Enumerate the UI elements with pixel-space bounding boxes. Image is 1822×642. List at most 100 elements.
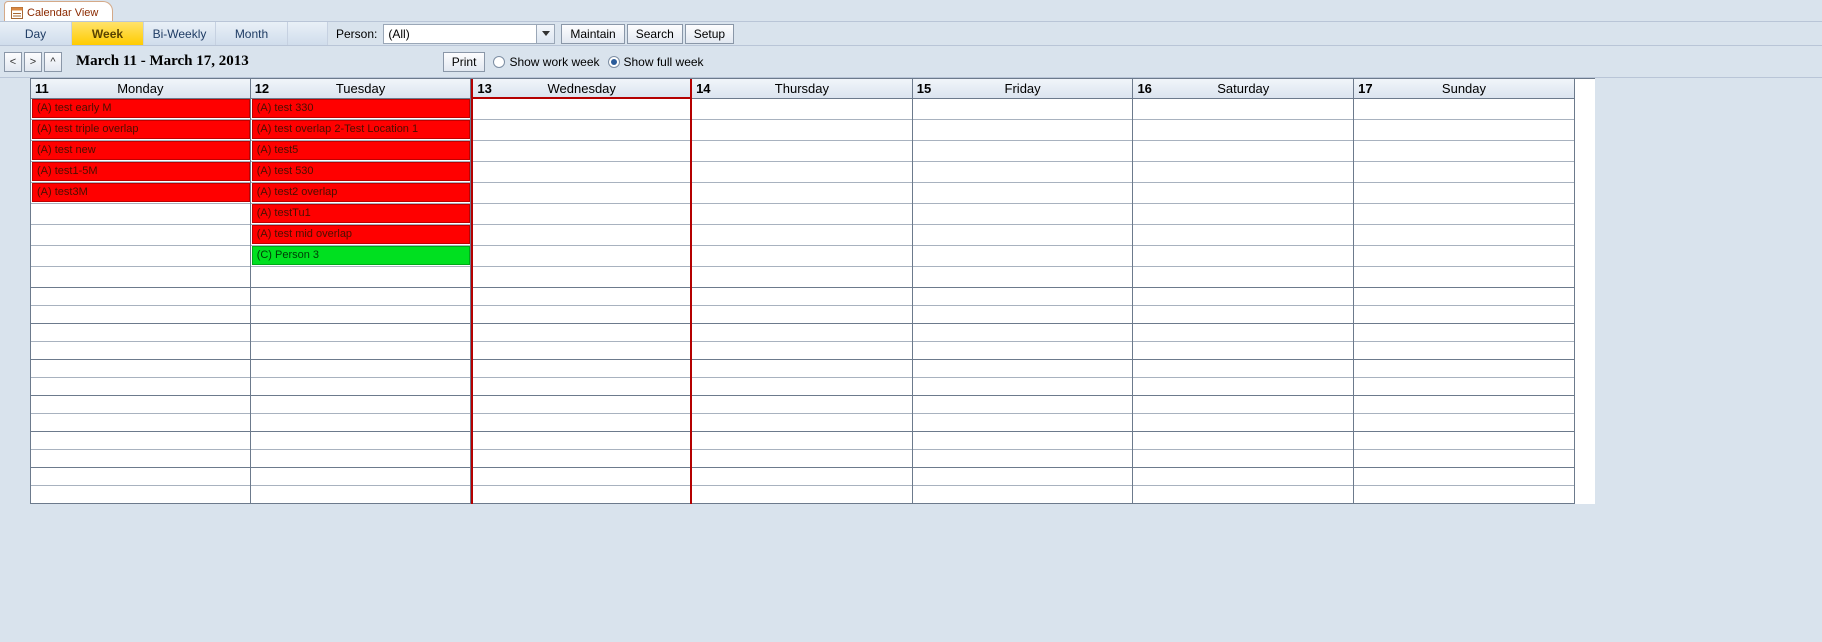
- time-slot[interactable]: [31, 468, 250, 486]
- time-slot[interactable]: [473, 162, 690, 183]
- maintain-button[interactable]: Maintain: [561, 24, 624, 44]
- time-slot[interactable]: [913, 99, 1133, 120]
- time-slot[interactable]: [31, 288, 250, 306]
- time-slot[interactable]: [692, 468, 912, 486]
- time-slot[interactable]: [31, 306, 250, 324]
- time-slot[interactable]: [913, 324, 1133, 342]
- calendar-event[interactable]: (A) test triple overlap: [32, 120, 250, 139]
- mode-biweekly[interactable]: Bi-Weekly: [144, 22, 216, 45]
- time-slot[interactable]: [1133, 396, 1353, 414]
- time-slot[interactable]: [251, 450, 471, 468]
- up-button[interactable]: ^: [44, 52, 62, 72]
- time-slot[interactable]: [1133, 183, 1353, 204]
- time-slot[interactable]: [473, 306, 690, 324]
- calendar-event[interactable]: (A) test 530: [252, 162, 471, 181]
- time-slot[interactable]: [1354, 120, 1574, 141]
- time-slot[interactable]: [251, 360, 471, 378]
- time-slot[interactable]: [692, 360, 912, 378]
- day-header-monday[interactable]: 11Monday: [30, 79, 251, 99]
- time-slot[interactable]: [913, 468, 1133, 486]
- time-slot[interactable]: [1354, 414, 1574, 432]
- time-slot[interactable]: [31, 414, 250, 432]
- time-slot[interactable]: [913, 360, 1133, 378]
- time-slot[interactable]: [1354, 246, 1574, 267]
- time-slot[interactable]: [473, 324, 690, 342]
- time-slot[interactable]: [251, 306, 471, 324]
- time-slot[interactable]: [1133, 204, 1353, 225]
- time-slot[interactable]: [1133, 432, 1353, 450]
- radio-full-week[interactable]: Show full week: [608, 55, 704, 69]
- time-slot[interactable]: (A) test 330: [251, 99, 471, 120]
- time-slot[interactable]: [692, 342, 912, 360]
- time-slot[interactable]: [913, 432, 1133, 450]
- time-slot[interactable]: [692, 267, 912, 288]
- time-slot[interactable]: [692, 99, 912, 120]
- time-slot[interactable]: [913, 306, 1133, 324]
- time-slot[interactable]: [913, 162, 1133, 183]
- time-slot[interactable]: [1133, 414, 1353, 432]
- calendar-event[interactable]: (A) test1-5M: [32, 162, 250, 181]
- time-slot[interactable]: [1133, 141, 1353, 162]
- setup-button[interactable]: Setup: [685, 24, 734, 44]
- time-slot[interactable]: [251, 378, 471, 396]
- time-slot[interactable]: [1354, 342, 1574, 360]
- time-slot[interactable]: [473, 204, 690, 225]
- time-slot[interactable]: [1354, 360, 1574, 378]
- next-button[interactable]: >: [24, 52, 42, 72]
- time-slot[interactable]: [1354, 204, 1574, 225]
- time-slot[interactable]: [1133, 324, 1353, 342]
- time-slot[interactable]: [692, 204, 912, 225]
- time-slot[interactable]: [913, 141, 1133, 162]
- calendar-event[interactable]: (A) test early M: [32, 99, 250, 118]
- time-slot[interactable]: [1133, 120, 1353, 141]
- person-select[interactable]: (All): [383, 24, 555, 44]
- calendar-event[interactable]: (A) test5: [252, 141, 471, 160]
- time-slot[interactable]: [1133, 306, 1353, 324]
- time-slot[interactable]: [913, 450, 1133, 468]
- time-slot[interactable]: (A) testTu1: [251, 204, 471, 225]
- time-slot[interactable]: [913, 246, 1133, 267]
- time-slot[interactable]: [31, 396, 250, 414]
- time-slot[interactable]: [692, 120, 912, 141]
- mode-month[interactable]: Month: [216, 22, 288, 45]
- time-slot[interactable]: [1354, 141, 1574, 162]
- time-slot[interactable]: (A) test triple overlap: [31, 120, 250, 141]
- time-slot[interactable]: [1133, 450, 1353, 468]
- day-header-thursday[interactable]: 14Thursday: [692, 79, 913, 99]
- calendar-event[interactable]: (A) test3M: [32, 183, 250, 202]
- time-slot[interactable]: [692, 486, 912, 504]
- time-slot[interactable]: [473, 432, 690, 450]
- time-slot[interactable]: [1133, 378, 1353, 396]
- time-slot[interactable]: [1354, 162, 1574, 183]
- time-slot[interactable]: [251, 486, 471, 504]
- search-button[interactable]: Search: [627, 24, 683, 44]
- time-slot[interactable]: (A) test new: [31, 141, 250, 162]
- calendar-event[interactable]: (A) testTu1: [252, 204, 471, 223]
- time-slot[interactable]: [1133, 99, 1353, 120]
- time-slot[interactable]: [692, 324, 912, 342]
- time-slot[interactable]: [1354, 225, 1574, 246]
- day-header-tuesday[interactable]: 12Tuesday: [251, 79, 472, 99]
- time-slot[interactable]: [251, 468, 471, 486]
- doc-tab-calendar[interactable]: Calendar View: [4, 1, 113, 21]
- time-slot[interactable]: [1133, 288, 1353, 306]
- time-slot[interactable]: [31, 324, 250, 342]
- time-slot[interactable]: [913, 288, 1133, 306]
- time-slot[interactable]: [1354, 324, 1574, 342]
- time-slot[interactable]: [473, 120, 690, 141]
- time-slot[interactable]: [251, 288, 471, 306]
- calendar-event[interactable]: (A) test 330: [252, 99, 471, 118]
- calendar-event[interactable]: (A) test new: [32, 141, 250, 160]
- day-header-saturday[interactable]: 16Saturday: [1133, 79, 1354, 99]
- time-slot[interactable]: [692, 306, 912, 324]
- time-slot[interactable]: [251, 342, 471, 360]
- calendar-event[interactable]: (A) test mid overlap: [252, 225, 471, 244]
- day-header-friday[interactable]: 15Friday: [913, 79, 1134, 99]
- time-slot[interactable]: (A) test overlap 2-Test Location 1: [251, 120, 471, 141]
- time-slot[interactable]: [251, 432, 471, 450]
- time-slot[interactable]: [31, 246, 250, 267]
- time-slot[interactable]: [473, 246, 690, 267]
- time-slot[interactable]: [31, 360, 250, 378]
- time-slot[interactable]: [1133, 486, 1353, 504]
- time-slot[interactable]: [473, 141, 690, 162]
